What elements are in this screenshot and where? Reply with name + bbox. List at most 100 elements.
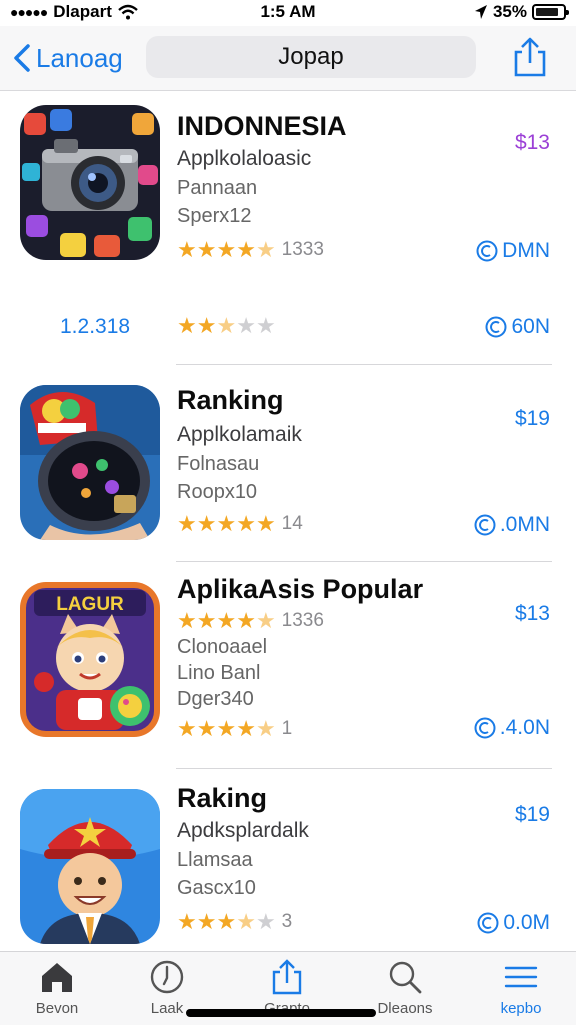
battery-icon	[532, 4, 569, 20]
status-right: 35%	[474, 2, 569, 22]
nav-title[interactable]: Jopap	[146, 36, 476, 78]
star-icon: ★	[216, 716, 237, 741]
get-button[interactable]: 0.0M	[477, 911, 550, 935]
list-item[interactable]: Ranking Applkolamaik Folnasau Roopx10 ★ ★…	[0, 365, 576, 562]
nav-title-text: Jopap	[278, 43, 344, 70]
app-name: INDONNESIA	[177, 111, 347, 141]
download-circle-icon	[477, 912, 499, 934]
get-label: .4.0N	[499, 716, 550, 739]
subtitle-star-rating: ★ ★ ★ ★ ★ 1336	[177, 608, 324, 634]
star-rating: ★ ★ ★ ★ ★ 1	[177, 716, 292, 742]
location-arrow-icon	[474, 5, 487, 19]
app-icon-camera	[20, 105, 160, 260]
list-item[interactable]: INDONNESIA Applkolaloasic Pannaan Sperx1…	[0, 91, 576, 365]
tab-label: Bevon	[35, 1000, 79, 1017]
star-icon: ★	[255, 237, 276, 262]
star-icon: ★	[177, 608, 197, 633]
clock-icon	[150, 960, 184, 994]
star-icon: ★	[177, 237, 197, 262]
app-category: Folnasau	[177, 453, 260, 475]
list-item[interactable]: Raking Apdksplardalk Llamsaa Gascx10 ★ ★ ★…	[0, 769, 576, 951]
battery-fill	[536, 8, 559, 16]
app-price: $13	[514, 602, 550, 625]
star-icon: ★	[196, 909, 217, 934]
back-button[interactable]: Lanoag	[12, 38, 123, 78]
download-circle-icon	[474, 514, 496, 536]
back-label: Lanoag	[36, 42, 123, 73]
app-developer: Lino Banl	[177, 662, 261, 684]
app-name: AplikaAsis Popular	[177, 574, 424, 604]
app-price: $19	[514, 407, 550, 430]
navigation-bar: Lanoag Jopap	[0, 26, 576, 91]
star-icon: ★	[216, 237, 237, 262]
app-size: Roopx10	[177, 481, 258, 503]
star-icon: ★	[216, 511, 237, 536]
tab-label: kepbo	[500, 1000, 542, 1017]
star-rating: ★ ★ ★ ★ ★ 14	[177, 511, 303, 537]
star-icon: ★	[236, 511, 256, 536]
app-subtitle: Applkolamaik	[177, 423, 302, 446]
share-icon	[272, 959, 302, 995]
app-icon-cat-game: LAGUR	[20, 582, 160, 737]
star-icon: ★	[236, 716, 256, 741]
star-icon: ★	[177, 909, 197, 934]
rating-count: 3	[281, 911, 293, 932]
star-icon: ★	[236, 608, 256, 633]
app-size: Gascx10	[177, 877, 256, 899]
app-price: $13	[514, 131, 550, 154]
app-name: Ranking	[177, 385, 284, 415]
house-icon	[42, 963, 72, 992]
star-icon: ★	[196, 511, 217, 536]
camera-icon	[20, 105, 160, 260]
star-rating: ★ ★ ★ ★ ★ 1333	[177, 237, 324, 263]
app-category: Llamsaa	[177, 849, 253, 871]
download-circle-icon	[474, 717, 496, 739]
get-button[interactable]: DMN	[476, 239, 550, 263]
star-icon: ★	[216, 909, 237, 934]
app-name: Raking	[177, 783, 268, 813]
rating-count: 1	[281, 718, 293, 739]
secondary-get-button[interactable]: 60N	[485, 315, 550, 339]
get-label: .0MN	[499, 513, 550, 536]
star-icon: ★	[236, 237, 256, 262]
star-icon: ★	[177, 313, 197, 338]
cat-character-icon: LAGUR	[20, 582, 160, 737]
app-list: INDONNESIA Applkolaloasic Pannaan Sperx1…	[0, 91, 576, 951]
tab-bevon[interactable]: Bevon	[2, 958, 112, 1022]
cartoon-man-icon	[20, 789, 160, 944]
list-item[interactable]: LAGUR AplikaAsis Popular ★ ★ ★ ★ ★ 1336 Clono…	[0, 562, 576, 769]
app-price: $19	[514, 803, 550, 826]
get-label: 0.0M	[503, 911, 550, 934]
get-label: DMN	[502, 239, 550, 262]
star-icon: ★	[236, 909, 256, 934]
star-icon: ★	[255, 716, 276, 741]
home-indicator[interactable]	[186, 1009, 376, 1017]
star-icon: ★	[216, 608, 237, 633]
secondary-star-rating: ★ ★ ★ ★ ★	[177, 313, 276, 339]
app-icon-watch	[20, 385, 160, 540]
chevron-left-icon	[14, 44, 30, 72]
app-category: Clonoaael	[177, 636, 268, 658]
get-button[interactable]: .0MN	[474, 513, 550, 537]
star-icon: ★	[255, 909, 276, 934]
get-button[interactable]: .4.0N	[474, 716, 550, 740]
search-icon	[389, 961, 422, 994]
status-bar: ●●●●● Dlapart 1:5 AM 35%	[0, 0, 576, 26]
star-icon: ★	[216, 313, 237, 338]
star-icon: ★	[196, 237, 217, 262]
star-icon: ★	[196, 716, 217, 741]
icon-lettering: LAGUR	[56, 594, 124, 615]
star-rating: ★ ★ ★ ★ ★ 3	[177, 909, 292, 935]
smartwatch-icon	[20, 385, 160, 540]
menu-icon	[504, 966, 538, 988]
star-icon: ★	[196, 313, 217, 338]
app-icon-character	[20, 789, 160, 944]
star-icon: ★	[236, 313, 256, 338]
rating-count: 14	[281, 513, 303, 534]
tab-kepbo[interactable]: kepbo	[466, 958, 576, 1022]
share-icon[interactable]	[510, 36, 550, 78]
rating-count: 1333	[281, 239, 324, 260]
star-icon: ★	[255, 313, 276, 338]
rating-count: 1336	[281, 610, 324, 631]
star-icon: ★	[177, 716, 197, 741]
